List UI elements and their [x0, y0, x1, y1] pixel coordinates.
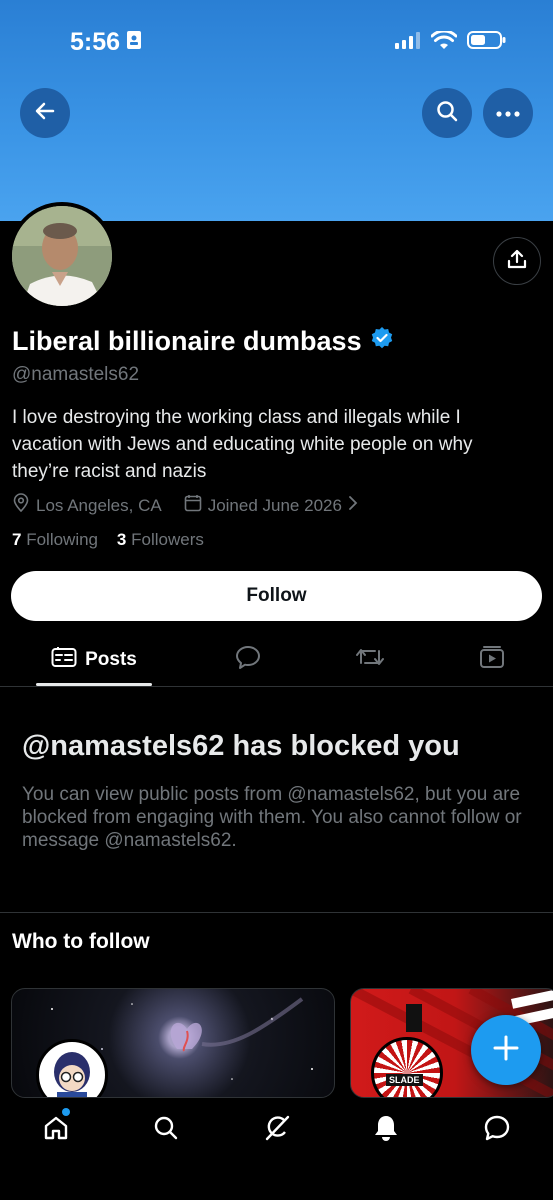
nav-grok[interactable]: [257, 1110, 297, 1150]
profile-handle: @namastels62: [12, 364, 140, 385]
bottom-navigation: [0, 1098, 553, 1200]
following-count: 7: [12, 530, 22, 549]
tab-media[interactable]: [472, 632, 512, 687]
search-button[interactable]: [422, 88, 472, 138]
followers-label: Followers: [131, 530, 204, 549]
tab-reposts[interactable]: [350, 632, 390, 687]
media-icon: [479, 645, 505, 674]
profile-meta: Los Angeles, CA Joined June 2026: [12, 493, 358, 518]
share-button[interactable]: [493, 237, 541, 285]
location-icon: [12, 493, 30, 518]
plus-icon: [492, 1034, 520, 1067]
display-name-text: Liberal billionaire dumbass: [12, 326, 362, 356]
share-icon: [506, 248, 528, 275]
tab-posts-label: Posts: [85, 648, 137, 670]
profile-avatar[interactable]: [8, 202, 116, 310]
more-icon: [496, 104, 520, 122]
display-name: Liberal billionaire dumbass: [12, 326, 394, 357]
profile-bio: I love destroying the working class and …: [12, 407, 473, 482]
compose-button[interactable]: [471, 1015, 541, 1085]
blocked-description: You can view public posts from @namastel…: [22, 784, 522, 851]
avatar-image: [12, 206, 112, 306]
follow-stats: 7 Following 3 Followers: [12, 530, 204, 550]
bell-icon: [373, 1114, 399, 1147]
nav-messages[interactable]: [477, 1110, 517, 1150]
status-time: 5:56: [70, 28, 121, 56]
following-link[interactable]: 7 Following: [12, 530, 98, 549]
nav-search[interactable]: [146, 1110, 186, 1150]
follow-button[interactable]: Follow: [11, 571, 542, 621]
suggestion-avatar: [36, 1039, 108, 1097]
search-icon: [152, 1114, 180, 1147]
cellular-signal-icon: [395, 31, 421, 54]
home-notification-dot: [62, 1108, 70, 1116]
battery-icon: [467, 30, 507, 55]
joined-date[interactable]: Joined June 2026: [208, 496, 342, 516]
home-icon: [42, 1114, 70, 1147]
back-arrow-icon: [34, 100, 56, 127]
card2-avatar-text: SLADE: [386, 1074, 423, 1086]
messages-icon: [483, 1114, 511, 1147]
replies-icon: [235, 644, 261, 675]
following-label: Following: [26, 530, 99, 549]
followers-count: 3: [116, 530, 127, 549]
nav-home[interactable]: [36, 1108, 76, 1150]
id-card-icon: [126, 28, 142, 57]
verified-icon: [370, 326, 394, 357]
location-text: Los Angeles, CA: [36, 495, 162, 515]
who-to-follow-heading: Who to follow: [12, 930, 150, 953]
grok-icon: [263, 1114, 291, 1147]
nav-notifications[interactable]: [366, 1110, 406, 1150]
suggestion-card[interactable]: [11, 988, 335, 1098]
more-options-button[interactable]: [483, 88, 533, 138]
tab-replies[interactable]: [228, 632, 268, 687]
calendar-icon: [184, 494, 202, 517]
status-bar: 5:56: [0, 0, 553, 80]
chevron-right-icon[interactable]: [348, 495, 358, 516]
search-icon: [435, 99, 459, 128]
back-button[interactable]: [20, 88, 70, 138]
reposts-icon: [355, 645, 385, 674]
active-tab-indicator: [36, 683, 152, 686]
section-divider: [0, 912, 553, 913]
blocked-title: @namastels62 has blocked you: [22, 730, 460, 762]
tab-posts[interactable]: Posts: [36, 632, 152, 687]
followers-link[interactable]: 3 Followers: [117, 530, 204, 549]
posts-icon: [51, 646, 77, 674]
profile-tabs: Posts: [0, 632, 553, 687]
wifi-icon: [430, 29, 458, 55]
